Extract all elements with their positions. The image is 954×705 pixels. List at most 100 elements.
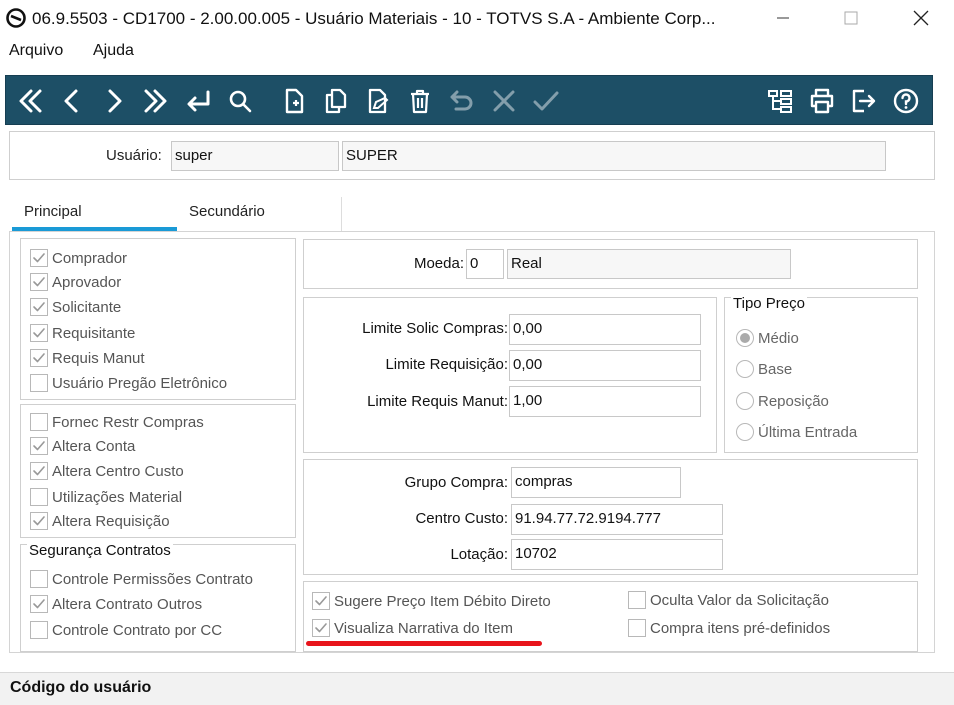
- limite-requisicao-field[interactable]: 0,00: [509, 350, 701, 381]
- perfil-group: Comprador Aprovador Solicitante Requisit…: [20, 238, 296, 400]
- help-icon: [893, 88, 919, 114]
- checkbox-label: Comprador: [52, 249, 128, 267]
- previous-record-icon: [64, 89, 78, 113]
- close-button[interactable]: [898, 4, 944, 32]
- checkbox-sugere-preco[interactable]: Sugere Preço Item Débito Direto: [312, 592, 551, 610]
- save-icon: [533, 91, 559, 111]
- goto-button[interactable]: [180, 83, 216, 119]
- checkmark-icon: [33, 599, 45, 609]
- checkbox-box: [30, 512, 48, 530]
- checkbox-controle-contrato-cc[interactable]: Controle Contrato por CC: [30, 621, 222, 639]
- usuario-name-field[interactable]: SUPER: [342, 141, 886, 171]
- checkbox-box: [30, 249, 48, 267]
- app-icon: [6, 8, 26, 28]
- tab-principal-label: Principal: [24, 203, 82, 220]
- user-header-panel: Usuário: super SUPER: [9, 131, 935, 180]
- checkbox-label: Usuário Pregão Eletrônico: [52, 374, 228, 392]
- maximize-button[interactable]: [828, 4, 874, 32]
- radio-label: Última Entrada: [758, 423, 858, 441]
- checkbox-requisitante[interactable]: Requisitante: [30, 324, 135, 342]
- checkbox-utilizacoes-material[interactable]: Utilizações Material: [30, 488, 182, 506]
- checkbox-box: [30, 298, 48, 316]
- undo-button[interactable]: [444, 83, 480, 119]
- tab-secundario[interactable]: Secundário: [177, 197, 342, 231]
- last-record-button[interactable]: [138, 83, 174, 119]
- limite-requis-manut-field[interactable]: 1,00: [509, 386, 701, 417]
- radio-circle: [736, 423, 754, 441]
- tree-structure-icon: [768, 90, 792, 113]
- checkbox-box: [30, 570, 48, 588]
- checkbox-label: Sugere Preço Item Débito Direto: [334, 592, 551, 610]
- limite-requis-manut-label: Limite Requis Manut:: [367, 393, 508, 410]
- checkbox-label: Altera Requisição: [52, 512, 170, 530]
- radio-medio[interactable]: Médio: [736, 329, 799, 347]
- checkbox-box: [628, 591, 646, 609]
- grupo-compra-group: Grupo Compra: compras Centro Custo: 91.9…: [303, 459, 918, 575]
- radio-reposicao[interactable]: Reposição: [736, 392, 829, 410]
- cancel-button[interactable]: [486, 83, 522, 119]
- tree-structure-button[interactable]: [762, 83, 798, 119]
- save-button[interactable]: [528, 83, 564, 119]
- checkbox-label: Compra itens pré-definidos: [650, 619, 831, 637]
- checkmark-icon: [33, 516, 45, 526]
- print-button[interactable]: [804, 83, 840, 119]
- new-record-icon: [285, 88, 304, 114]
- first-record-icon: [19, 89, 42, 113]
- minimize-button[interactable]: [760, 4, 806, 32]
- minimize-icon: [777, 17, 789, 19]
- checkbox-label: Visualiza Narrativa do Item: [334, 619, 513, 637]
- edit-record-button[interactable]: [360, 83, 396, 119]
- edit-record-icon: [368, 88, 389, 114]
- radio-label: Base: [758, 360, 793, 378]
- lotacao-field[interactable]: 10702: [511, 539, 723, 570]
- checkbox-label: Controle Contrato por CC: [52, 621, 223, 639]
- copy-record-icon: [325, 88, 347, 114]
- moeda-code-field[interactable]: 0: [466, 249, 504, 279]
- copy-record-button[interactable]: [318, 83, 354, 119]
- checkbox-altera-centro-custo[interactable]: Altera Centro Custo: [30, 462, 184, 480]
- checkbox-altera-contrato-outros[interactable]: Altera Contrato Outros: [30, 595, 202, 613]
- limite-requisicao-label: Limite Requisição:: [385, 356, 508, 373]
- checkbox-altera-requisicao[interactable]: Altera Requisição: [30, 512, 170, 530]
- checkbox-fornec-restr[interactable]: Fornec Restr Compras: [30, 413, 204, 431]
- checkbox-controle-permissoes[interactable]: Controle Permissões Contrato: [30, 570, 253, 588]
- exit-button[interactable]: [846, 83, 882, 119]
- radio-label: Reposição: [758, 392, 829, 410]
- checkbox-compra-itens[interactable]: Compra itens pré-definidos: [628, 619, 830, 637]
- search-button[interactable]: [222, 83, 258, 119]
- moeda-label: Moeda:: [413, 255, 464, 272]
- highlight-underline: [306, 641, 542, 646]
- checkbox-solicitante[interactable]: Solicitante: [30, 298, 121, 316]
- menu-arquivo[interactable]: Arquivo: [9, 42, 63, 60]
- checkbox-box: [30, 273, 48, 291]
- next-record-icon: [108, 89, 122, 113]
- checkbox-label: Utilizações Material: [52, 488, 183, 506]
- checkbox-comprador[interactable]: Comprador: [30, 249, 127, 267]
- checkbox-requis-manut[interactable]: Requis Manut: [30, 349, 145, 367]
- search-icon: [229, 90, 252, 113]
- menu-ajuda[interactable]: Ajuda: [93, 42, 134, 60]
- checkbox-visualiza-narrativa[interactable]: Visualiza Narrativa do Item: [312, 619, 513, 637]
- checkbox-aprovador[interactable]: Aprovador: [30, 273, 121, 291]
- permissoes-group: Fornec Restr Compras Altera Conta Altera…: [20, 404, 296, 538]
- grupo-compra-field[interactable]: compras: [511, 467, 681, 498]
- delete-record-button[interactable]: [402, 83, 438, 119]
- moeda-name-field[interactable]: Real: [507, 249, 791, 279]
- tab-principal[interactable]: Principal: [12, 197, 177, 231]
- usuario-code-field[interactable]: super: [171, 141, 339, 171]
- help-button[interactable]: [888, 83, 924, 119]
- checkbox-label: Aprovador: [52, 273, 122, 291]
- next-record-button[interactable]: [96, 83, 132, 119]
- first-record-button[interactable]: [12, 83, 48, 119]
- centro-custo-field[interactable]: 91.94.77.72.9194.777: [511, 504, 723, 535]
- checkbox-oculta-valor[interactable]: Oculta Valor da Solicitação: [628, 591, 829, 609]
- previous-record-button[interactable]: [54, 83, 90, 119]
- new-record-button[interactable]: [276, 83, 312, 119]
- radio-ultima-entrada[interactable]: Última Entrada: [736, 423, 857, 441]
- radio-base[interactable]: Base: [736, 360, 792, 378]
- checkmark-icon: [33, 441, 45, 451]
- limite-solic-compras-field[interactable]: 0,00: [509, 314, 701, 345]
- checkmark-icon: [33, 277, 45, 287]
- checkbox-usuario-pregao[interactable]: Usuário Pregão Eletrônico: [30, 374, 227, 392]
- checkbox-altera-conta[interactable]: Altera Conta: [30, 437, 135, 455]
